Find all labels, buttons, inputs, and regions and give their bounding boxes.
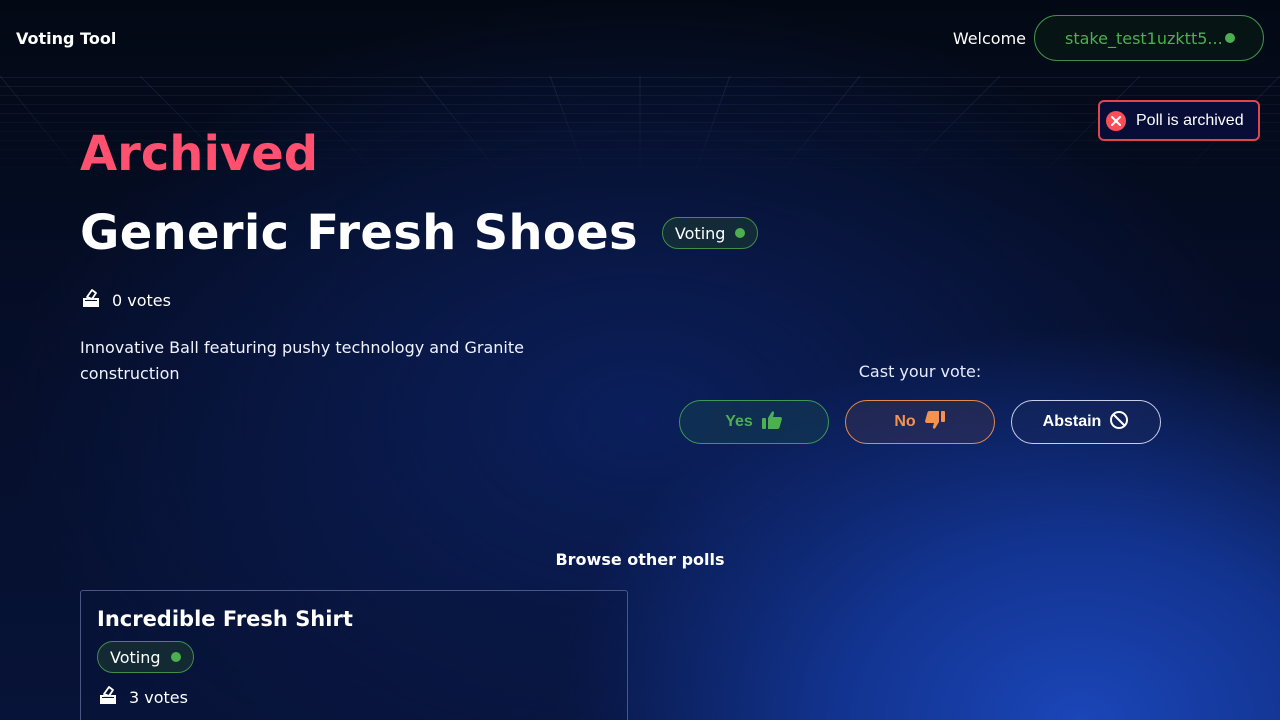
connected-dot-icon — [1225, 33, 1235, 43]
ballot-box-icon — [97, 685, 119, 709]
toast-message: Poll is archived — [1136, 111, 1244, 129]
brand-logo[interactable]: Voting Tool — [16, 29, 116, 48]
thumbs-up-icon — [761, 410, 783, 435]
poll-card-votes: 3 votes — [97, 685, 611, 709]
page-title: Generic Fresh Shoes — [80, 205, 638, 261]
poll-title-row: Generic Fresh Shoes Voting — [80, 205, 759, 261]
poll-card-status-badge: Voting — [97, 641, 194, 673]
poll-card-votes-text: 3 votes — [129, 687, 188, 707]
status-label: Voting — [674, 223, 726, 243]
status-dot-icon — [170, 652, 181, 662]
poll-description: Innovative Ball featuring pushy technolo… — [80, 338, 524, 383]
status-badge: Voting — [661, 217, 759, 249]
poll-card[interactable]: Incredible Fresh Shirt Voting 3 votes — [80, 590, 628, 720]
browse-heading: Browse other polls — [555, 550, 725, 569]
thumbs-down-icon — [924, 410, 946, 435]
vote-count: 0 votes — [80, 288, 171, 312]
ballot-box-icon — [80, 288, 102, 312]
wallet-address: stake_test1uzktt5... — [1065, 28, 1223, 48]
status-dot-icon — [735, 228, 746, 238]
archived-toast: Poll is archived — [1098, 100, 1260, 141]
user-area: Welcome stake_test1uzktt5... — [953, 15, 1264, 61]
abstain-button[interactable]: Abstain — [1011, 400, 1161, 444]
yes-button[interactable]: Yes — [679, 400, 829, 444]
no-button[interactable]: No — [845, 400, 995, 444]
abstain-label: Abstain — [1042, 413, 1102, 430]
x-circle-icon — [1106, 110, 1126, 131]
prohibited-icon — [1109, 410, 1129, 435]
wallet-button[interactable]: stake_test1uzktt5... — [1034, 15, 1264, 61]
poll-card-title: Incredible Fresh Shirt — [97, 607, 353, 631]
poll-card-status-label: Voting — [110, 647, 161, 667]
vote-count-text: 0 votes — [112, 290, 171, 310]
welcome-text: Welcome — [952, 28, 1026, 48]
yes-label: Yes — [725, 413, 753, 430]
top-nav: Voting Tool Welcome stake_test1uzktt5... — [0, 0, 1280, 76]
poll-state-heading: Archived — [80, 126, 319, 182]
no-label: No — [894, 413, 916, 430]
cast-vote-label: Cast your vote: — [858, 362, 982, 381]
